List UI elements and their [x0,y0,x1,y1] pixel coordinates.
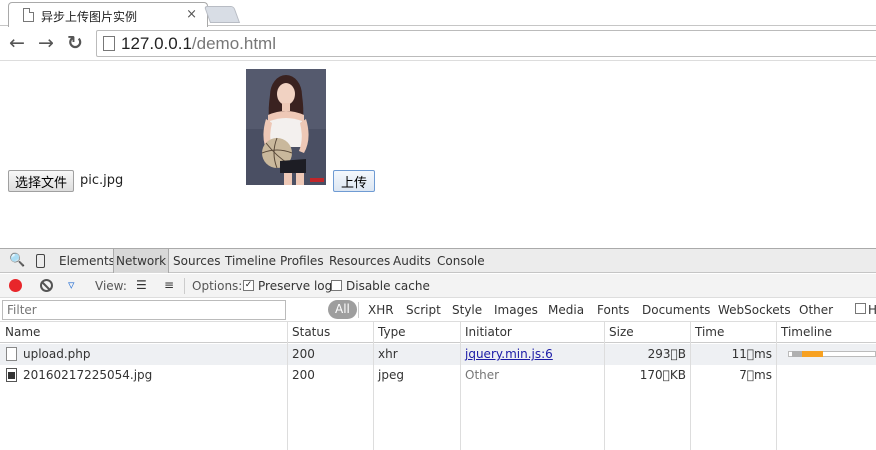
clear-icon[interactable] [40,279,53,292]
type-filter-script[interactable]: Script [406,303,441,317]
type-filter-style[interactable]: Style [452,303,482,317]
column-divider [776,322,777,450]
disable-cache-checkbox[interactable] [331,280,342,291]
page-content: 选择文件 pic.jpg 上传 [0,62,876,248]
row-size: 293 B [647,347,686,361]
reload-icon[interactable]: ↻ [64,32,86,54]
url-path: /demo.html [191,34,276,53]
type-filter-media[interactable]: Media [548,303,584,317]
uploaded-image-preview [246,69,326,185]
row-time: 11 ms [731,347,772,361]
column-divider [604,322,605,450]
browser-toolbar: ← → ↻ 127.0.0.1/demo.html [0,27,876,61]
network-toolbar: ▿ View: ☰ ≡ Options: ✓ Preserve log Disa… [0,274,876,298]
tab-title: 异步上传图片实例 [41,10,138,24]
devtools-tab-bar: 🔍 Elements Network Sources Timeline Prof… [0,249,876,273]
row-size: 170 KB [639,368,686,382]
column-time[interactable]: Time [695,325,724,339]
column-divider [690,322,691,450]
url-host: 127.0.0.1 [121,34,192,53]
page-icon [23,8,34,22]
type-filter-all[interactable]: All [328,300,357,319]
hide-data-urls-checkbox[interactable] [855,303,866,314]
forward-arrow-icon[interactable]: → [35,32,57,54]
new-tab-button[interactable] [203,6,241,23]
view-label: View: [95,279,127,293]
column-divider [373,322,374,450]
row-name: upload.php [23,347,91,361]
options-label: Options: [192,279,243,293]
type-filter-images[interactable]: Images [494,303,538,317]
column-timeline[interactable]: Timeline [781,325,832,339]
tab-timeline[interactable]: Timeline [223,249,278,273]
tab-strip: 异步上传图片实例 × [0,0,876,27]
back-arrow-icon[interactable]: ← [6,32,28,54]
disable-cache-label: Disable cache [346,279,430,293]
page-icon [103,36,115,51]
row-status: 200 [292,347,315,361]
row-initiator: Other [465,368,500,382]
table-row[interactable]: upload.php 200 xhr jquery.min.js:6 293 B… [0,344,876,365]
upload-button[interactable]: 上传 [333,170,376,192]
row-name: 20160217225054.jpg [23,368,153,382]
document-icon [6,347,17,361]
hide-data-urls-label: H [868,303,876,317]
divider [358,302,359,318]
preserve-log-label: Preserve log [258,279,333,293]
tab-network[interactable]: Network [113,249,170,273]
tab-console[interactable]: Console [435,249,487,273]
row-status: 200 [292,368,315,382]
column-name[interactable]: Name [5,325,40,339]
url-text: 127.0.0.1/demo.html [121,34,276,54]
overview-icon[interactable]: ≡ [164,278,174,292]
tab-profiles[interactable]: Profiles [278,249,326,273]
close-icon[interactable]: × [186,7,197,22]
type-filter-websockets[interactable]: WebSockets [718,303,791,317]
divider [184,278,185,294]
device-mode-icon[interactable] [36,254,45,268]
large-rows-icon[interactable]: ☰ [136,278,147,292]
column-divider [460,322,461,450]
address-bar[interactable]: 127.0.0.1/demo.html [96,30,876,57]
record-icon[interactable] [9,279,22,292]
tab-audits[interactable]: Audits [391,249,433,273]
type-filter-fonts[interactable]: Fonts [597,303,629,317]
inspect-search-icon[interactable]: 🔍 [9,253,25,268]
timeline-receiving-bar [802,351,823,357]
choose-file-button[interactable]: 选择文件 [8,170,75,192]
devtools-panel: 🔍 Elements Network Sources Timeline Prof… [0,248,876,450]
type-filter-xhr[interactable]: XHR [368,303,394,317]
row-time: 7 ms [739,368,772,382]
table-row[interactable]: 20160217225054.jpg 200 jpeg Other 170 KB… [0,365,876,386]
column-divider [287,322,288,450]
filter-bar: All XHR Script Style Images Media Fonts … [0,298,876,322]
selected-file-name: pic.jpg [80,173,124,188]
timeline-waiting-bar [792,351,802,357]
column-initiator[interactable]: Initiator [465,325,512,339]
tab-elements[interactable]: Elements [57,249,117,273]
column-status[interactable]: Status [292,325,330,339]
row-type: jpeg [378,368,404,382]
browser-tab[interactable]: 异步上传图片实例 × [8,2,208,27]
column-size[interactable]: Size [609,325,634,339]
filter-icon[interactable]: ▿ [68,278,75,293]
tab-resources[interactable]: Resources [327,249,392,273]
network-table-header: Name Status Type Initiator Size Time Tim… [0,322,876,343]
row-initiator-link[interactable]: jquery.min.js:6 [465,347,553,361]
type-filter-other[interactable]: Other [799,303,833,317]
type-filter-documents[interactable]: Documents [642,303,710,317]
filter-input[interactable] [2,300,286,320]
image-file-icon [6,368,17,382]
tab-sources[interactable]: Sources [171,249,222,273]
row-type: xhr [378,347,398,361]
column-type[interactable]: Type [378,325,406,339]
preserve-log-checkbox[interactable]: ✓ [243,280,254,291]
